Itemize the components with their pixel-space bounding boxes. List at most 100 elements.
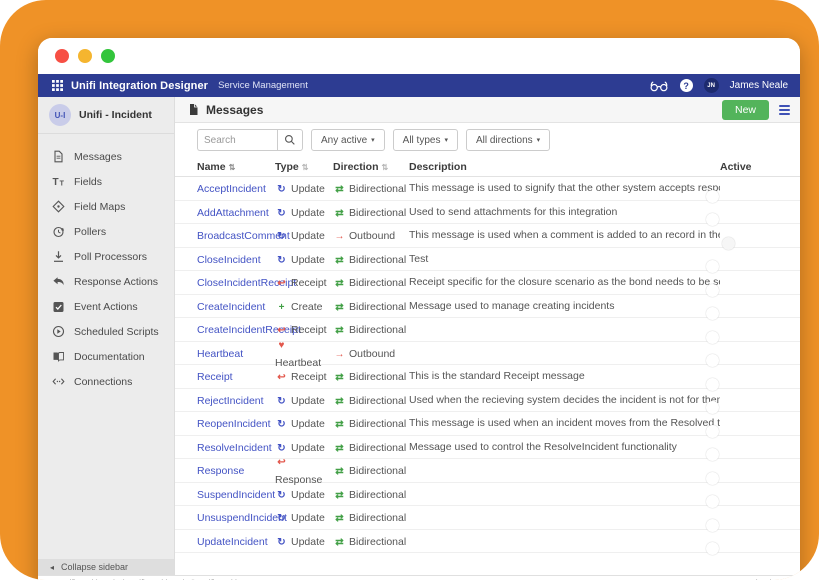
table-row: UpdateIncident↻Update⇄Bidirectional — [175, 530, 800, 554]
direction-cell: ⇄Bidirectional — [333, 508, 409, 526]
sidebar-item-connections[interactable]: Connections — [38, 369, 174, 394]
type-cell: ↻Update — [275, 250, 333, 268]
messages-icon — [51, 150, 65, 164]
sidebar-item-scheduled-scripts[interactable]: Scheduled Scripts — [38, 319, 174, 344]
type-heartbeat-icon: ♥ — [275, 340, 288, 351]
status-bar: ▦Unifi - Incident|⚙Unifi - Incident|⚙Uni… — [38, 575, 800, 580]
filter-dropdown-all-directions[interactable]: All directions▾ — [466, 129, 550, 151]
table-row: Heartbeat♥Heartbeat→Outbound — [175, 342, 800, 366]
message-name-link[interactable]: CloseIncident — [197, 254, 261, 266]
description-cell: Message used to manage creating incident… — [409, 300, 720, 312]
table-row: Response↩Response⇄Bidirectional — [175, 459, 800, 483]
sidebar-item-fields[interactable]: TTFields — [38, 169, 174, 194]
sidebar-item-label: Pollers — [74, 226, 106, 238]
minimize-window-icon[interactable] — [78, 49, 92, 63]
column-header-name[interactable]: Name⇅ — [197, 161, 275, 173]
messages-table-body: AcceptIncident↻Update⇄BidirectionalThis … — [175, 177, 800, 575]
type-update-icon: ↻ — [275, 396, 288, 407]
new-button[interactable]: New — [722, 100, 769, 120]
filter-dropdown-all-types[interactable]: All types▾ — [393, 129, 458, 151]
direction-bidirectional-icon: ⇄ — [333, 396, 346, 407]
message-name-link[interactable]: Receipt — [197, 371, 233, 383]
sidebar-item-poll-processors[interactable]: Poll Processors — [38, 244, 174, 269]
toggle-knob — [706, 213, 719, 226]
description-cell: This is the standard Receipt message — [409, 370, 720, 382]
table-row: CloseIncident↻Update⇄BidirectionalTest — [175, 248, 800, 272]
type-cell: ↻Update — [275, 391, 333, 409]
table-row: CreateIncident+Create⇄BidirectionalMessa… — [175, 295, 800, 319]
message-name-link[interactable]: ReopenIncident — [197, 418, 271, 430]
type-update-icon: ↻ — [275, 537, 288, 548]
toggle-knob — [722, 237, 735, 250]
table-row: AcceptIncident↻Update⇄BidirectionalThis … — [175, 177, 800, 201]
table-row: SuspendIncident↻Update⇄Bidirectional — [175, 483, 800, 507]
direction-cell: ⇄Bidirectional — [333, 485, 409, 503]
panel-header: Messages New — [175, 97, 800, 123]
direction-cell: ⇄Bidirectional — [333, 320, 409, 338]
type-cell: ↩Receipt — [275, 273, 333, 291]
fields-icon: TT — [51, 175, 65, 189]
message-name-link[interactable]: AddAttachment — [197, 207, 269, 219]
toggle-knob — [706, 519, 719, 532]
message-name-link[interactable]: AcceptIncident — [197, 183, 266, 195]
message-name-link[interactable]: SuspendIncident — [197, 489, 275, 501]
sidebar-item-label: Connections — [74, 376, 132, 388]
column-header-direction[interactable]: Direction⇅ — [333, 161, 409, 173]
message-name-link[interactable]: UpdateIncident — [197, 536, 268, 548]
table-row: Receipt↩Receipt⇄BidirectionalThis is the… — [175, 365, 800, 389]
maximize-window-icon[interactable] — [101, 49, 115, 63]
breadcrumb[interactable]: Service Management — [218, 80, 308, 91]
sidebar-item-response-actions[interactable]: Response Actions — [38, 269, 174, 294]
table-row: RejectIncident↻Update⇄BidirectionalUsed … — [175, 389, 800, 413]
type-response-icon: ↩ — [275, 457, 288, 468]
type-cell: ↩Receipt — [275, 367, 333, 385]
user-avatar[interactable]: JN — [704, 78, 719, 93]
app-window: Unifi Integration Designer Service Manag… — [38, 38, 800, 580]
menu-icon[interactable] — [779, 105, 790, 115]
message-name-link[interactable]: CreateIncident — [197, 301, 265, 313]
type-cell: ↻Update — [275, 414, 333, 432]
top-navbar: Unifi Integration Designer Service Manag… — [38, 74, 800, 97]
table-header-row: Name⇅ Type⇅ Direction⇅ Description Activ… — [175, 157, 800, 177]
app-title: Unifi Integration Designer — [71, 80, 208, 92]
close-window-icon[interactable] — [55, 49, 69, 63]
message-name-link[interactable]: Heartbeat — [197, 348, 243, 360]
sidebar-item-field-maps[interactable]: Field Maps — [38, 194, 174, 219]
workspace-header[interactable]: U-I Unifi - Incident — [38, 97, 174, 134]
message-name-link[interactable]: UnsuspendIncident — [197, 512, 287, 524]
sidebar-item-messages[interactable]: Messages — [38, 144, 174, 169]
sidebar-item-pollers[interactable]: Pollers — [38, 219, 174, 244]
help-icon[interactable]: ? — [680, 79, 693, 92]
type-cell: ♥Heartbeat — [275, 335, 333, 371]
caret-down-icon: ▾ — [371, 136, 375, 144]
filter-toolbar: Any active▾ All types▾ All directions▾ — [175, 123, 800, 157]
column-header-type[interactable]: Type⇅ — [275, 161, 333, 173]
sidebar-item-event-actions[interactable]: Event Actions — [38, 294, 174, 319]
connections-icon — [51, 375, 65, 389]
message-name-link[interactable]: ResolveIncident — [197, 442, 272, 454]
message-name-link[interactable]: RejectIncident — [197, 395, 264, 407]
sidebar-item-documentation[interactable]: Documentation — [38, 344, 174, 369]
message-name-link[interactable]: Response — [197, 465, 244, 477]
toggle-knob — [706, 354, 719, 367]
user-name[interactable]: James Neale — [730, 80, 788, 91]
search-button[interactable] — [277, 129, 303, 151]
type-cell: ↻Update — [275, 203, 333, 221]
filter-dropdown-any-active[interactable]: Any active▾ — [311, 129, 385, 151]
table-row: ResolveIncident↻Update⇄BidirectionalMess… — [175, 436, 800, 460]
direction-cell: ⇄Bidirectional — [333, 250, 409, 268]
table-row: ReopenIncident↻Update⇄BidirectionalThis … — [175, 412, 800, 436]
direction-bidirectional-icon: ⇄ — [333, 325, 346, 336]
svg-text:T: T — [52, 177, 58, 188]
toggle-knob — [706, 448, 719, 461]
app-grid-icon[interactable] — [52, 80, 63, 91]
description-cell: Used to send attachments for this integr… — [409, 206, 720, 218]
direction-bidirectional-icon: ⇄ — [333, 443, 346, 454]
direction-bidirectional-icon: ⇄ — [333, 513, 346, 524]
search-input[interactable] — [197, 129, 277, 151]
collapse-sidebar-button[interactable]: ◂ Collapse sidebar — [38, 559, 174, 575]
preview-glasses-icon[interactable] — [649, 80, 669, 92]
toggle-knob — [706, 378, 719, 391]
direction-outbound-icon: → — [333, 349, 346, 360]
collapse-sidebar-label: Collapse sidebar — [61, 562, 128, 572]
